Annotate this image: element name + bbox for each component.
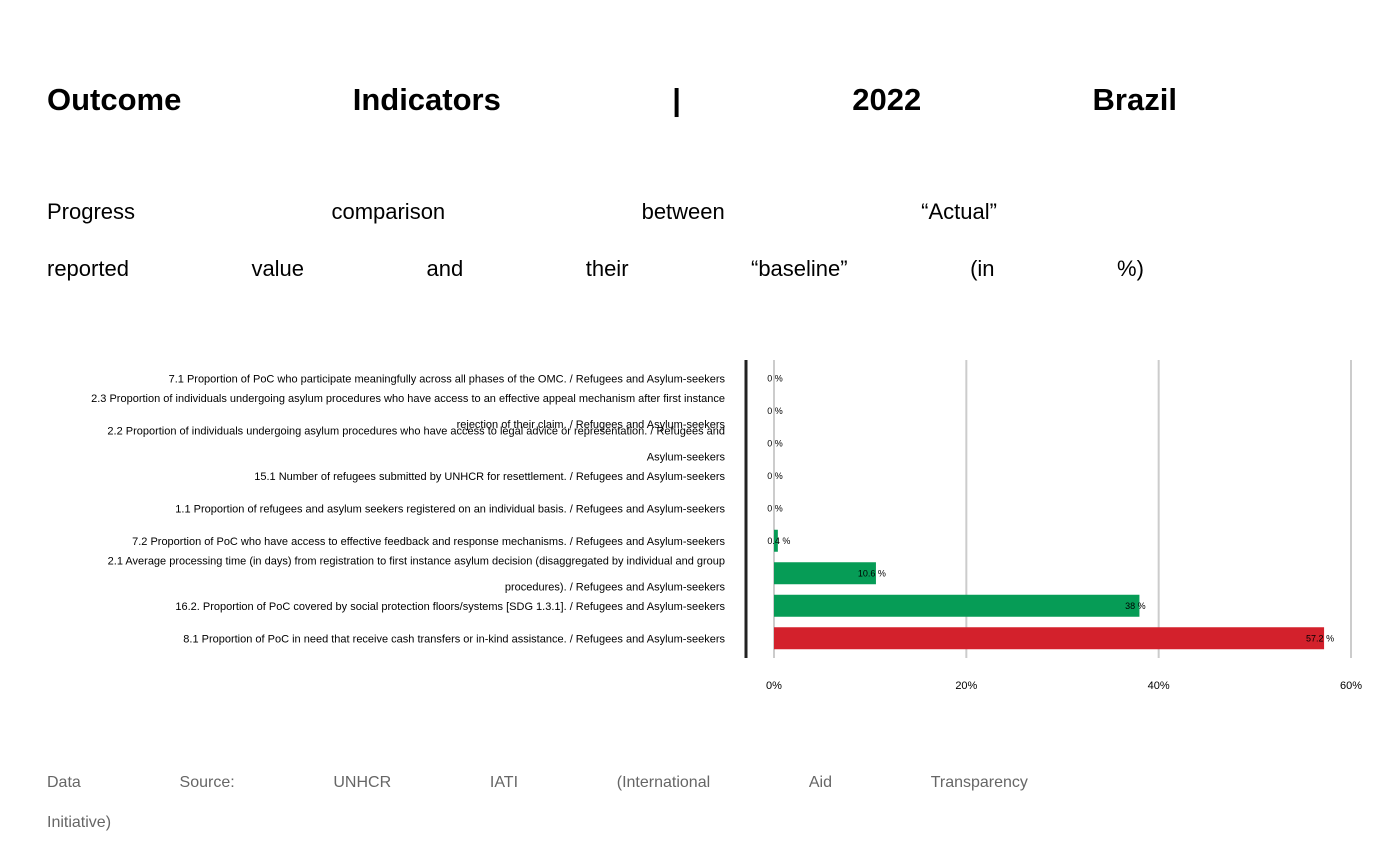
- category-label: 7.1 Proportion of PoC who participate me…: [169, 373, 726, 385]
- title-year: 2022: [852, 82, 922, 117]
- category-label: 7.2 Proportion of PoC who have access to…: [132, 536, 725, 548]
- x-tick-label: 60%: [1340, 680, 1362, 692]
- subtitle-line-2: reported value and their “baseline” (in …: [47, 256, 1144, 282]
- subtitle-word: “Actual”: [921, 199, 997, 224]
- category-label: 2.2 Proportion of individuals undergoing…: [107, 425, 725, 463]
- x-tick-label: 0%: [766, 680, 782, 692]
- subtitle-word: reported: [47, 256, 129, 281]
- category-label: 2.1 Average processing time (in days) fr…: [108, 555, 726, 593]
- data-label: 0 %: [767, 406, 783, 416]
- source-word: Data: [47, 774, 81, 791]
- source-word: Initiative): [47, 814, 112, 831]
- x-tick-label: 40%: [1148, 680, 1170, 692]
- data-label: 0 %: [767, 373, 783, 383]
- category-label: 8.1 Proportion of PoC in need that recei…: [183, 633, 725, 645]
- chart-svg: 0% 20% 40% 60% 0 % 7.1 Proportion of PoC who …: [91, 360, 1362, 692]
- subtitle-word: value: [251, 256, 305, 281]
- bar-chart: 0% 20% 40% 60% 0 % 7.1 Proportion of PoC who …: [0, 350, 1400, 700]
- data-label: 0.4 %: [767, 536, 790, 546]
- title-word: Outcome: [47, 82, 182, 117]
- category-label: 1.1 Proportion of refugees and asylum se…: [175, 503, 725, 515]
- data-label: 0 %: [767, 503, 783, 513]
- source-word: Aid: [808, 774, 832, 791]
- category-label: 15.1 Number of refugees submitted by UNH…: [254, 471, 725, 483]
- subtitle-word: and: [426, 256, 464, 281]
- bar: [774, 594, 1140, 617]
- source-word: IATI: [489, 774, 519, 791]
- source-word: UNHCR: [333, 774, 392, 791]
- subtitle-word: between: [641, 199, 725, 224]
- subtitle-word: Progress: [47, 199, 136, 224]
- data-label: 0 %: [767, 471, 783, 481]
- title-separator: |: [672, 82, 681, 117]
- data-label: 10.6 %: [858, 568, 886, 578]
- category-label: 16.2. Proportion of PoC covered by socia…: [175, 601, 725, 613]
- data-label: 57.2 %: [1306, 633, 1334, 643]
- source-word: Transparency: [930, 774, 1028, 791]
- subtitle-word: their: [585, 256, 629, 281]
- subtitle-word: (in: [970, 256, 995, 281]
- title-country: Brazil: [1092, 82, 1177, 117]
- source-word: (International: [616, 774, 711, 791]
- data-source-line-2: Initiative): [47, 814, 111, 832]
- data-label: 0 %: [767, 438, 783, 448]
- subtitle-line-1: Progress comparison between “Actual”: [47, 199, 997, 225]
- subtitle-word: comparison: [331, 199, 446, 224]
- page-title: Outcome Indicators | 2022 Brazil: [47, 80, 1177, 120]
- subtitle-word: %): [1117, 256, 1144, 281]
- bar: [774, 627, 1325, 650]
- source-word: Source:: [179, 774, 235, 791]
- data-label: 38 %: [1125, 601, 1146, 611]
- data-source-line-1: Data Source: UNHCR IATI (International A…: [47, 774, 1028, 792]
- subtitle-word: “baseline”: [751, 256, 848, 281]
- title-word: Indicators: [352, 82, 501, 117]
- x-tick-label: 20%: [955, 680, 977, 692]
